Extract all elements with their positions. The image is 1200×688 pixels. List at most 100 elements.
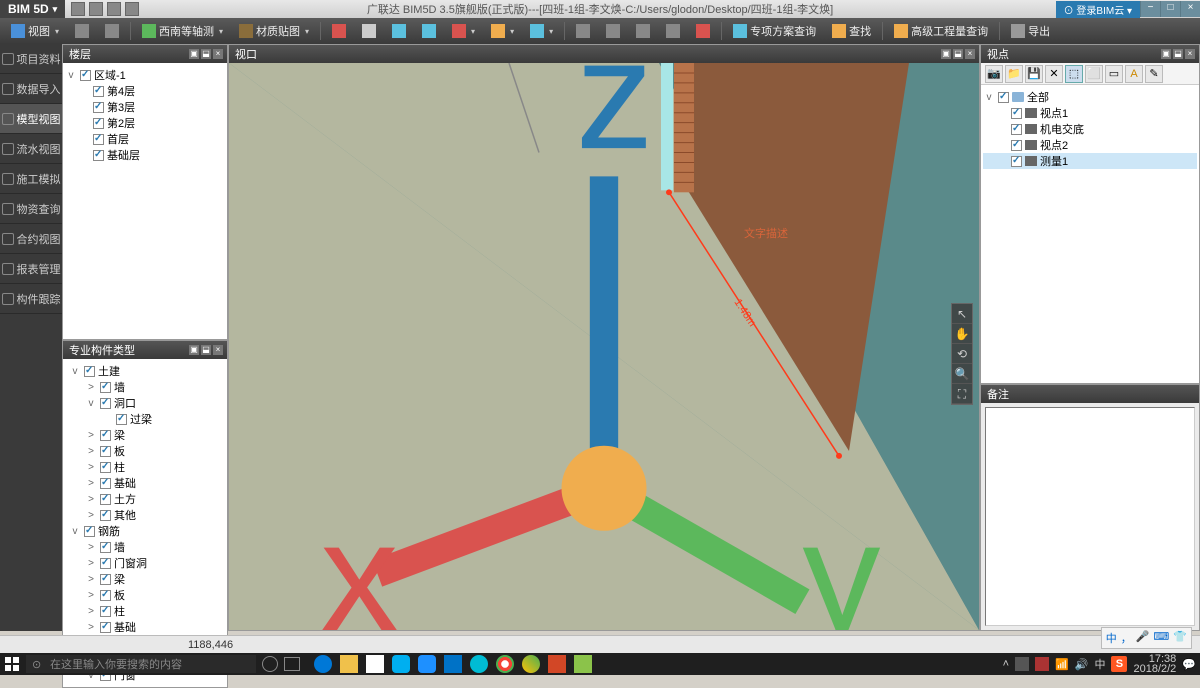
tool-3[interactable] (385, 21, 413, 41)
bim5d-icon[interactable] (574, 655, 592, 673)
nav-item-2[interactable]: 模型视图 (0, 104, 62, 134)
ime-skin-icon[interactable]: 👕 (1173, 630, 1187, 646)
tree-row[interactable]: >柱 (65, 603, 225, 619)
tool-11[interactable] (659, 21, 687, 41)
qat-icon[interactable] (125, 2, 139, 16)
floors-tree[interactable]: v区域-1第4层第3层第2层首层基础层 (63, 63, 227, 339)
tree-row[interactable]: v钢筋 (65, 523, 225, 539)
export-button[interactable]: 导出 (1004, 21, 1057, 41)
grid-button[interactable] (68, 21, 96, 41)
special-query-button[interactable]: 专项方案查询 (726, 21, 823, 41)
tree-row[interactable]: 过梁 (65, 411, 225, 427)
explorer-icon[interactable] (340, 655, 358, 673)
tool-5[interactable] (445, 21, 482, 41)
tree-row[interactable]: >门窗洞 (65, 555, 225, 571)
start-button[interactable] (4, 656, 20, 672)
tree-row[interactable]: 视点1 (983, 105, 1197, 121)
ime-lang[interactable]: 中 (1106, 630, 1117, 646)
tool-10[interactable] (629, 21, 657, 41)
remark-body[interactable] (985, 407, 1195, 626)
pin-icon[interactable]: ▣ (1161, 49, 1171, 59)
tree-row[interactable]: v全部 (983, 89, 1197, 105)
tree-row[interactable]: 首层 (65, 131, 225, 147)
tree-row[interactable]: >板 (65, 587, 225, 603)
ime-punct[interactable]: ， (1121, 630, 1132, 646)
viewpoints-tree[interactable]: v全部视点1机电交底视点2测量1 (981, 85, 1199, 383)
close-icon[interactable]: × (213, 49, 223, 59)
orbit-tool[interactable]: ⟲ (952, 344, 972, 364)
tree-row[interactable]: >基础 (65, 619, 225, 635)
tree-row[interactable]: 机电交底 (983, 121, 1197, 137)
powerpoint-icon[interactable] (548, 655, 566, 673)
app-menu[interactable]: BIM 5D (0, 0, 65, 18)
vp-tool-5[interactable]: ⬚ (1065, 65, 1083, 83)
battery-icon[interactable] (1015, 657, 1029, 671)
tree-row[interactable]: 第3层 (65, 99, 225, 115)
nav-item-1[interactable]: 数据导入 (0, 74, 62, 104)
sogou-icon[interactable]: S (1111, 656, 1127, 672)
adv-query-button[interactable]: 高级工程量查询 (887, 21, 995, 41)
vp-tool-7[interactable]: ▭ (1105, 65, 1123, 83)
vp-tool-1[interactable]: 📷 (985, 65, 1003, 83)
vp-tool-6[interactable]: ⬜ (1085, 65, 1103, 83)
material-button[interactable]: 材质贴图 (232, 21, 316, 41)
tree-row[interactable]: v区域-1 (65, 67, 225, 83)
login-button[interactable]: ⊙ 登录BIM云 ▾ (1056, 1, 1140, 18)
display-button[interactable] (98, 21, 126, 41)
tool-9[interactable] (599, 21, 627, 41)
pin-icon[interactable]: ▣ (189, 345, 199, 355)
ime-label[interactable]: 中 (1094, 656, 1105, 672)
pin-icon[interactable]: ⬓ (953, 49, 963, 59)
tree-row[interactable]: >柱 (65, 459, 225, 475)
taskview-icon[interactable] (284, 657, 300, 671)
volume-icon[interactable]: 🔊 (1075, 658, 1089, 671)
tree-row[interactable]: 第4层 (65, 83, 225, 99)
tool-12[interactable] (689, 21, 717, 41)
outlook-icon[interactable] (444, 655, 462, 673)
minimize-button[interactable]: − (1140, 1, 1160, 17)
mindmaster-icon[interactable] (470, 655, 488, 673)
3d-viewport[interactable]: 1.48m 文字描述 z x y ↖ ✋ ⟲ 🔍 ⛶ (229, 63, 979, 630)
store-icon[interactable] (366, 655, 384, 673)
tree-row[interactable]: >基础 (65, 475, 225, 491)
notification-icon[interactable]: 💬 (1182, 658, 1196, 671)
vp-tool-9[interactable]: ✎ (1145, 65, 1163, 83)
cortana-icon[interactable] (262, 656, 278, 672)
cloud-icon[interactable] (418, 655, 436, 673)
tree-row[interactable]: 测量1 (983, 153, 1197, 169)
tree-row[interactable]: 视点2 (983, 137, 1197, 153)
vp-tool-4[interactable]: ✕ (1045, 65, 1063, 83)
tree-row[interactable]: >墙 (65, 379, 225, 395)
qat-icon[interactable] (89, 2, 103, 16)
chrome-icon[interactable] (496, 655, 514, 673)
tree-row[interactable]: >梁 (65, 571, 225, 587)
tree-row[interactable]: >其他 (65, 507, 225, 523)
vp-tool-3[interactable]: 💾 (1025, 65, 1043, 83)
close-icon[interactable]: × (1185, 49, 1195, 59)
pin-icon[interactable]: ▣ (941, 49, 951, 59)
vp-tool-8[interactable]: A (1125, 65, 1143, 83)
ime-mic-icon[interactable]: 🎤 (1136, 630, 1150, 646)
pin-icon[interactable]: ⬓ (1173, 49, 1183, 59)
tree-row[interactable]: 基础层 (65, 147, 225, 163)
tree-row[interactable]: >梁 (65, 427, 225, 443)
shield-icon[interactable] (1035, 657, 1049, 671)
clock[interactable]: 17:382018/2/2 (1133, 654, 1176, 674)
tool-8[interactable] (569, 21, 597, 41)
close-icon[interactable]: × (965, 49, 975, 59)
edge-icon[interactable] (314, 655, 332, 673)
qat-icon[interactable] (71, 2, 85, 16)
ime-toolbar[interactable]: 中 ， 🎤 ⌨ 👕 (1101, 627, 1192, 649)
tree-row[interactable]: v土建 (65, 363, 225, 379)
tray-up-icon[interactable]: ˄ (1003, 658, 1009, 670)
pin-icon[interactable]: ⬓ (201, 49, 211, 59)
nav-item-8[interactable]: 构件跟踪 (0, 284, 62, 314)
close-button[interactable]: × (1180, 1, 1200, 17)
wifi-icon[interactable]: 📶 (1055, 658, 1069, 671)
nav-item-5[interactable]: 物资查询 (0, 194, 62, 224)
maximize-button[interactable]: □ (1160, 1, 1180, 17)
tree-row[interactable]: >土方 (65, 491, 225, 507)
tree-row[interactable]: >板 (65, 443, 225, 459)
search-box[interactable]: 在这里输入你要搜索的内容 (26, 655, 256, 673)
tool-7[interactable] (523, 21, 560, 41)
